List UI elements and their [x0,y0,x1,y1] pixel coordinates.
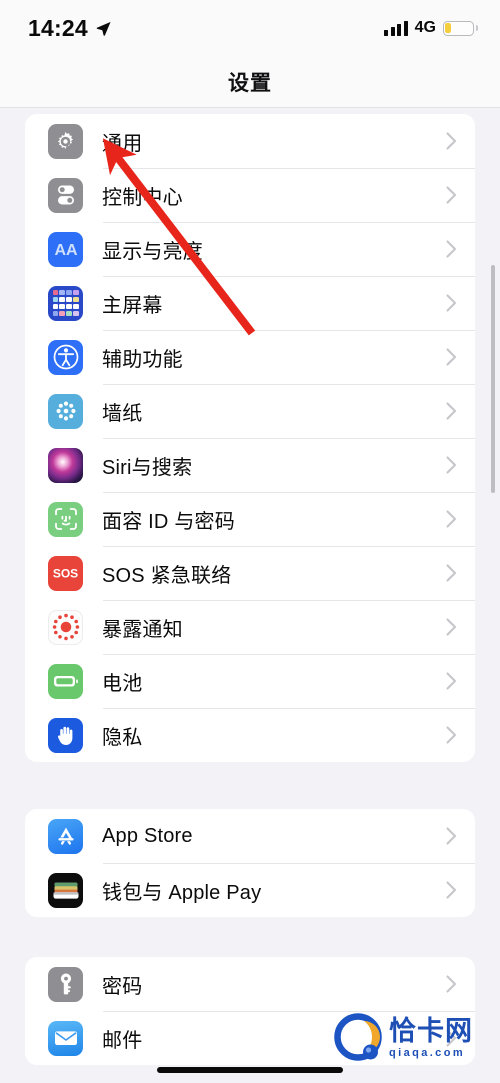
svg-text:SOS: SOS [53,567,78,581]
vertical-scrollbar[interactable] [491,265,495,493]
chevron-right-icon [446,240,457,258]
chevron-right-icon [446,294,457,312]
status-bar-left: 14:24 [28,14,112,41]
privacy-hand-icon [48,717,83,753]
watermark-text: 恰卡网 qiaqa.com [389,1015,473,1059]
settings-row-label: 暴露通知 [102,618,183,641]
chevron-right-icon [446,456,457,474]
chevron-right-icon [446,510,457,528]
chevron-right-icon [446,726,457,744]
settings-group-system: 通用 控制中心 AA 显示与亮度 主屏幕 辅助功能 墙纸 Siri与搜索 面容 … [25,114,475,762]
settings-row-label: 钱包与 Apple Pay [102,881,262,904]
sos-icon: SOS [48,555,83,591]
settings-row-label: 密码 [102,975,143,998]
settings-row-label: 通用 [102,132,143,155]
control-center-icon [48,177,83,213]
cellular-signal-icon [384,20,408,36]
settings-row-label: 辅助功能 [102,348,183,371]
settings-row-exposure-notifications[interactable]: 暴露通知 [25,600,475,654]
settings-row-label: 隐私 [102,726,143,749]
qiaqa-logo-icon [334,1013,384,1063]
chevron-right-icon [446,827,457,845]
location-arrow-icon [96,21,111,36]
settings-row-label: App Store [102,824,193,847]
battery-icon [48,663,83,699]
chevron-right-icon [446,881,457,899]
chevron-right-icon [446,618,457,636]
settings-row-face-id[interactable]: 面容 ID 与密码 [25,492,475,546]
chevron-right-icon [446,672,457,690]
home-screen-icon [48,285,83,321]
mail-icon [48,1020,83,1056]
settings-row-control-center[interactable]: 控制中心 [25,168,475,222]
chevron-right-icon [446,186,457,204]
status-bar-right: 4G [384,19,478,36]
status-bar: 14:24 4G [0,0,500,56]
chevron-right-icon [446,348,457,366]
settings-row-home-screen[interactable]: 主屏幕 [25,276,475,330]
wallet-icon [48,872,83,908]
home-indicator-bar[interactable] [157,1067,343,1073]
settings-row-label: 电池 [102,672,143,695]
page-title: 设置 [228,71,272,95]
chevron-right-icon [446,975,457,993]
wallpaper-icon [48,393,83,429]
settings-row-general[interactable]: 通用 [25,114,475,168]
face-id-icon [48,501,83,537]
settings-row-passwords[interactable]: 密码 [25,957,475,1011]
siri-icon [48,447,83,483]
settings-row-label: 控制中心 [102,186,183,209]
settings-row-label: 主屏幕 [102,294,163,317]
settings-row-display-brightness[interactable]: AA 显示与亮度 [25,222,475,276]
site-watermark: 恰卡网 qiaqa.com [334,1013,473,1063]
settings-row-privacy[interactable]: 隐私 [25,708,475,762]
settings-row-battery[interactable]: 电池 [25,654,475,708]
settings-row-label: 显示与亮度 [102,240,203,263]
settings-row-sos[interactable]: SOS SOS 紧急联络 [25,546,475,600]
key-icon [48,966,83,1002]
chevron-right-icon [446,564,457,582]
settings-row-siri-search[interactable]: Siri与搜索 [25,438,475,492]
status-bar-clock: 14:24 [28,14,88,41]
accessibility-icon [48,339,83,375]
watermark-site-url: qiaqa.com [389,1046,466,1059]
network-type-label: 4G [414,19,436,36]
gear-icon [48,123,83,159]
app-store-icon [48,818,83,854]
display-brightness-icon: AA [48,231,83,267]
exposure-notification-icon [48,609,83,645]
settings-row-label: 墙纸 [102,402,143,425]
settings-list[interactable]: 通用 控制中心 AA 显示与亮度 主屏幕 辅助功能 墙纸 Siri与搜索 面容 … [0,109,500,1083]
settings-row-label: 面容 ID 与密码 [102,510,235,533]
settings-row-wallet-apple-pay[interactable]: 钱包与 Apple Pay [25,863,475,917]
settings-group-store: App Store 钱包与 Apple Pay [25,809,475,917]
settings-row-wallpaper[interactable]: 墙纸 [25,384,475,438]
svg-text:AA: AA [54,242,78,259]
battery-low-icon [443,20,478,36]
settings-row-label: 邮件 [102,1029,143,1052]
chevron-right-icon [446,132,457,150]
iphone-settings-screen: 14:24 4G 设置 通用 控制中心 AA 显示与亮度 主屏幕 辅助功能 墙纸… [0,0,500,1083]
settings-row-label: Siri与搜索 [102,456,193,479]
navigation-bar: 设置 [0,56,500,108]
settings-row-label: SOS 紧急联络 [102,564,232,587]
chevron-right-icon [446,402,457,420]
watermark-site-name: 恰卡网 [389,1015,473,1046]
settings-row-app-store[interactable]: App Store [25,809,475,863]
settings-row-accessibility[interactable]: 辅助功能 [25,330,475,384]
